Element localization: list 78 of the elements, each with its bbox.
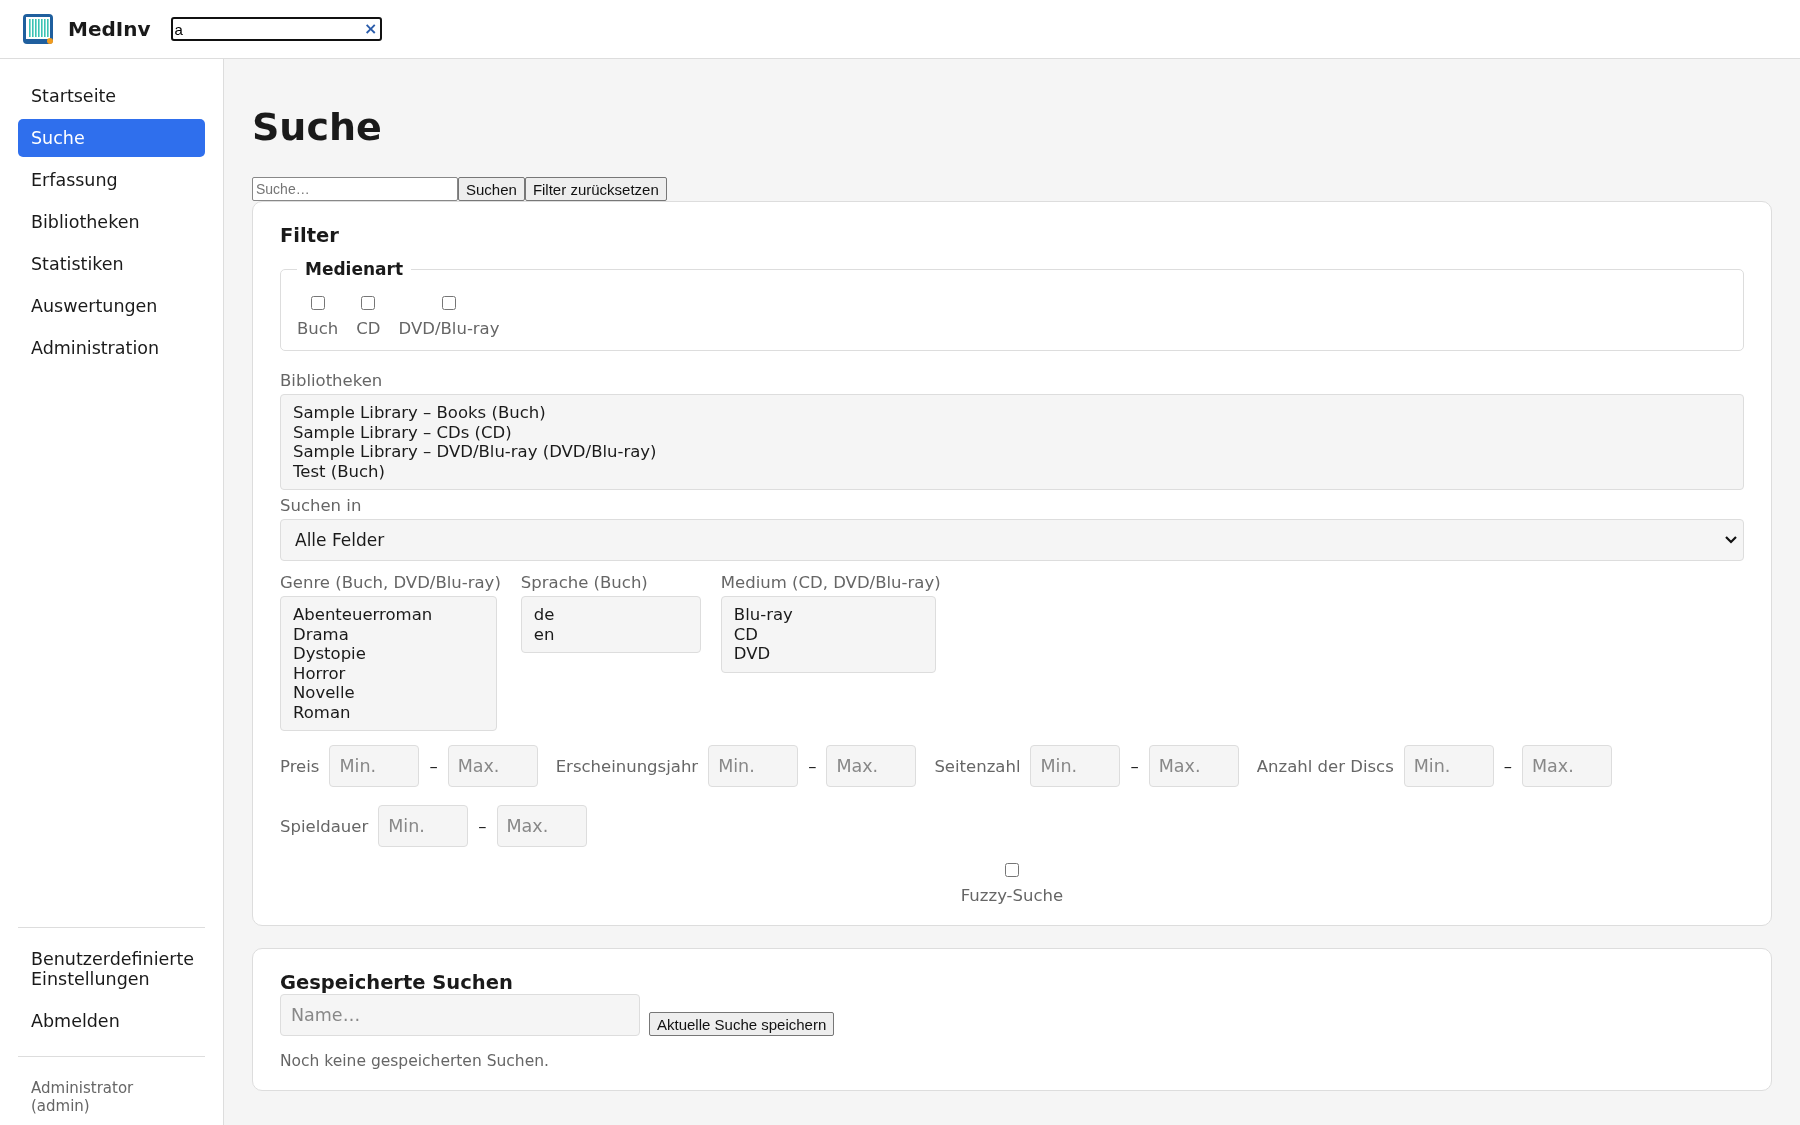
list-option[interactable]: Roman [293,702,484,722]
checkbox[interactable] [361,296,376,310]
list-option[interactable]: Sample Library – CDs (CD) [293,422,1731,442]
min-field[interactable]: Min. [1403,745,1494,787]
list-option[interactable]: Blu-ray [733,605,923,625]
max-field[interactable]: Max. [1522,745,1612,787]
min-field[interactable]: Min. [329,745,420,787]
range-separator: – [808,756,817,776]
field-label: Medium (CD, DVD/Blu-ray) [720,573,941,592]
list-option[interactable]: Drama [293,624,484,644]
list-option[interactable]: Novelle [293,683,484,703]
list-option[interactable]: Sample Library – DVD/Blu-ray (DVD/Blu-ray) [293,442,1731,462]
range-separator: – [1130,756,1139,776]
field-label: Genre (Buch, DVD/Blu-ray) [280,573,501,592]
nav-item[interactable]: Erfassung [18,161,205,199]
listbox[interactable]: Abenteuerroman Drama Dystopie Horror Novelle Roman [280,596,497,731]
range-separator: – [429,756,438,776]
checkbox-label: Fuzzy-Suche [960,886,1064,905]
range-separator: – [1503,756,1512,776]
reset-button[interactable]: Filter zurücksetzen [524,177,667,201]
group-legend: Medienart [297,259,412,279]
min-field[interactable]: Min. [378,805,469,847]
min-field[interactable]: Min. [1030,745,1121,787]
checkbox[interactable] [442,296,456,310]
checkbox-label: Buch [297,319,339,338]
nav-item[interactable]: Suche [18,119,205,157]
max-field[interactable]: Max. [826,745,917,787]
nav-item[interactable]: Benutzerdefinierte Einstellungen [18,940,205,998]
max-field[interactable]: Max. [447,745,538,787]
card-title: Filter [280,224,340,247]
page-title: Suche [252,105,383,149]
range-label: Spieldauer [280,816,369,836]
search-field[interactable]: Suche… [252,177,458,201]
clear-icon[interactable]: × [364,21,378,37]
range-separator: – [478,816,487,836]
listbox[interactable]: de en [520,596,701,653]
list-option[interactable]: en [533,624,688,644]
list-option[interactable]: Sample Library – Books (Buch) [293,403,1731,423]
checkbox-label: DVD/Blu-ray [398,319,500,338]
nav-item[interactable]: Bibliotheken [18,203,205,241]
logo-icon [22,13,54,45]
list-option[interactable]: de [533,605,688,625]
save-search-button[interactable]: Aktuelle Suche speichern [649,1012,835,1036]
library-listbox[interactable]: Sample Library – Books (Buch) Sample Library – CDs (CD) Sample Library – DVD/Blu-ray (DVD/Blu-ray) Test (Buch) [280,394,1744,490]
nav-item[interactable]: Auswertungen [18,287,205,325]
field-label: Suchen in [280,496,363,515]
checkbox[interactable] [1005,863,1019,877]
nav-item[interactable]: Abmelden [18,1002,205,1040]
empty-message: Noch keine gespeicherten Suchen. [280,1052,550,1070]
checkbox-label: CD [356,319,381,338]
field-label: Bibliotheken [280,371,384,390]
range-label: Seitenzahl [934,756,1021,776]
card-title: Gespeicherte Suchen [280,971,514,994]
nav-item[interactable]: Statistiken [18,245,205,283]
checkbox[interactable] [310,296,325,310]
list-option[interactable]: CD [733,624,923,644]
search-in-select[interactable]: Alle Felder [280,519,1744,561]
range-label: Erscheinungsjahr [555,756,699,776]
nav-item[interactable]: Administration [18,329,205,367]
max-field[interactable]: Max. [1148,745,1239,787]
search-button[interactable]: Suchen [458,177,525,201]
list-option[interactable]: Abenteuerroman [293,605,484,625]
range-label: Anzahl der Discs [1256,756,1394,776]
field-label: Sprache (Buch) [520,573,649,592]
listbox[interactable]: Blu-ray CD DVD [720,596,936,673]
user-name: Administrator (admin) [30,1078,135,1117]
list-option[interactable]: Dystopie [293,644,484,664]
app-name: MedInv [68,17,151,41]
min-field[interactable]: Min. [708,745,799,787]
name-field[interactable]: Name… [280,994,640,1036]
list-option[interactable]: DVD [733,644,923,664]
header-search-field[interactable]: a × [170,17,382,41]
list-option[interactable]: Test (Buch) [293,461,1731,481]
max-field[interactable]: Max. [496,805,587,847]
nav-item[interactable]: Startseite [18,77,205,115]
list-option[interactable]: Horror [293,663,484,683]
chevron-down-icon [1725,536,1737,544]
range-label: Preis [280,756,320,776]
